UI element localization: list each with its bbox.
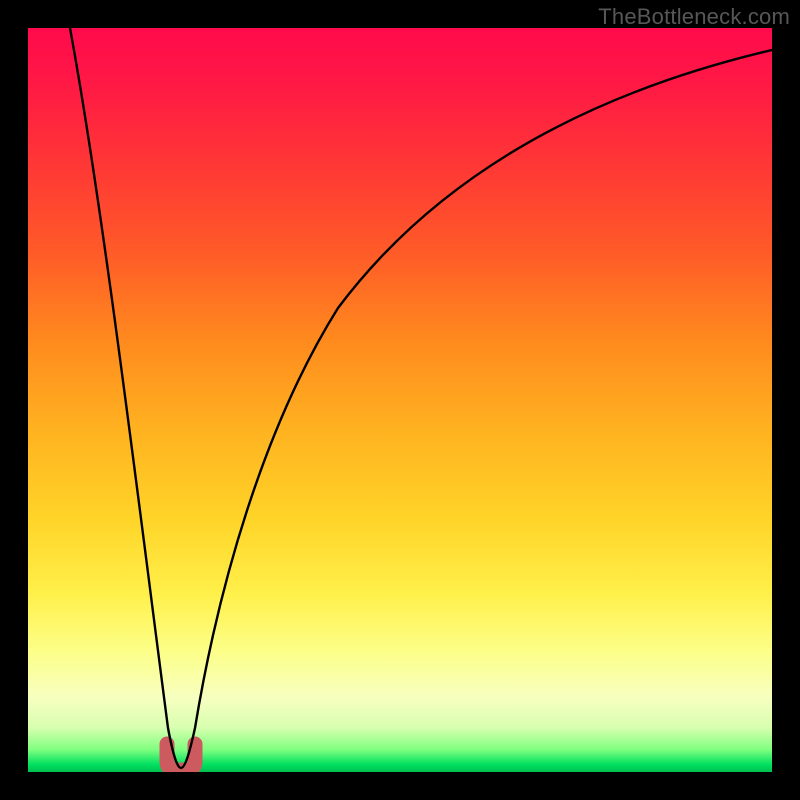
plot-area <box>28 28 772 772</box>
watermark-text: TheBottleneck.com <box>598 4 790 30</box>
curve-layer <box>28 28 772 772</box>
bottleneck-curve <box>70 28 772 768</box>
chart-frame: TheBottleneck.com <box>0 0 800 800</box>
